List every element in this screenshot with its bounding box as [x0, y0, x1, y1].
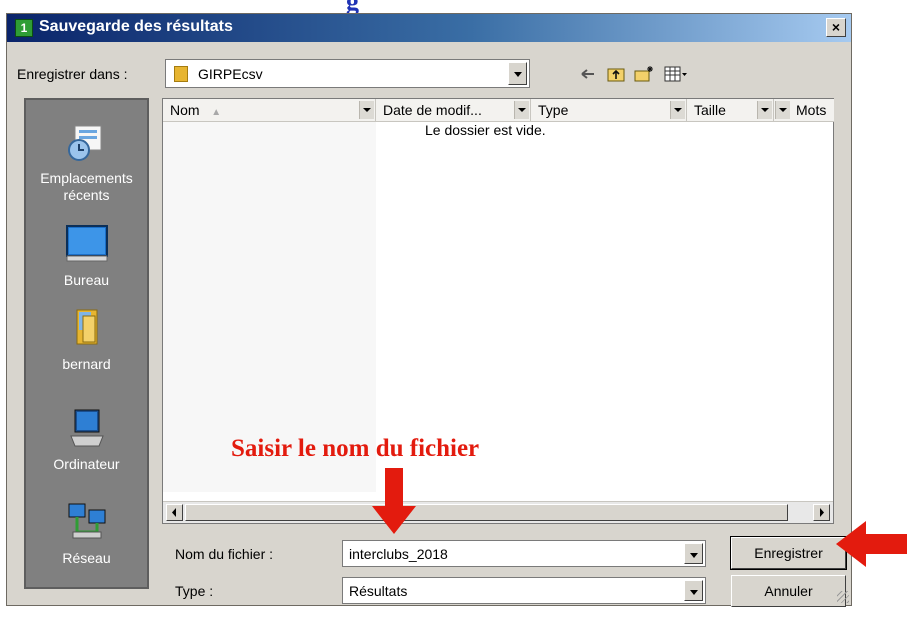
- lookin-label: Enregistrer dans :: [17, 66, 128, 82]
- scroll-left-button[interactable]: [166, 504, 183, 521]
- annotation-arrow-down: [372, 468, 416, 534]
- type-label: Type :: [175, 583, 214, 599]
- column-header-name[interactable]: Nom ▲: [163, 99, 376, 122]
- annotation-arrow-left: [836, 521, 907, 567]
- views-menu-icon[interactable]: [662, 64, 690, 86]
- cancel-button[interactable]: Annuler: [731, 575, 846, 607]
- filename-dropdown-button[interactable]: [684, 543, 703, 564]
- empty-folder-message: Le dossier est vide.: [425, 122, 546, 138]
- horizontal-scrollbar[interactable]: [163, 501, 833, 523]
- resize-grip[interactable]: [837, 591, 849, 603]
- place-label: Réseau: [62, 550, 111, 566]
- place-label: Ordinateur: [53, 456, 120, 472]
- type-select[interactable]: Résultats: [342, 577, 706, 604]
- computer-icon: [65, 406, 109, 450]
- lookin-dropdown-button[interactable]: [508, 62, 527, 85]
- up-folder-icon[interactable]: [605, 64, 627, 86]
- chevron-down-icon[interactable]: [359, 101, 374, 119]
- filename-field[interactable]: interclubs_2018: [342, 540, 706, 567]
- app-icon: 1: [15, 19, 33, 37]
- place-network[interactable]: Réseau: [26, 500, 147, 567]
- save-button[interactable]: Enregistrer: [730, 536, 847, 570]
- annotation-text: Saisir le nom du fichier: [231, 435, 480, 462]
- scroll-right-button[interactable]: [813, 504, 830, 521]
- column-label: Type: [538, 102, 569, 118]
- back-arrow-icon[interactable]: [577, 64, 599, 86]
- chevron-down-icon[interactable]: [757, 101, 772, 119]
- places-bar: Emplacements récents Bureau bernard Ordi…: [24, 98, 149, 589]
- scrollbar-thumb[interactable]: [185, 504, 788, 521]
- type-value: Résultats: [349, 583, 408, 599]
- place-recent[interactable]: Emplacements récents: [26, 120, 147, 204]
- recent-places-icon: [65, 120, 109, 164]
- folder-icon: [174, 66, 188, 82]
- window-title: Sauvegarde des résultats: [39, 18, 233, 35]
- chevron-down-icon[interactable]: [670, 101, 685, 119]
- type-dropdown-button[interactable]: [684, 580, 703, 601]
- close-button[interactable]: ×: [826, 18, 846, 37]
- column-header-date[interactable]: Date de modif...: [376, 99, 531, 122]
- place-label: Bureau: [63, 272, 110, 288]
- place-user[interactable]: bernard: [26, 306, 147, 373]
- column-label: Taille: [694, 102, 726, 118]
- column-label: Nom ▲: [170, 102, 222, 118]
- title-bar[interactable]: 1 Sauvegarde des résultats ×: [7, 14, 851, 42]
- new-folder-icon[interactable]: [633, 64, 655, 86]
- chevron-down-icon[interactable]: [775, 101, 790, 119]
- column-label: Date de modif...: [383, 102, 482, 118]
- network-icon: [65, 500, 109, 544]
- column-header-size[interactable]: Taille: [687, 99, 774, 122]
- save-dialog: 1 Sauvegarde des résultats × Enregistrer…: [6, 13, 852, 607]
- column-label: Mots: [796, 102, 827, 118]
- place-computer[interactable]: Ordinateur: [26, 406, 147, 473]
- chevron-down-icon[interactable]: [514, 101, 529, 119]
- user-folder-icon: [65, 306, 109, 350]
- filename-value: interclubs_2018: [349, 546, 448, 562]
- column-header-type[interactable]: Type: [531, 99, 687, 122]
- desktop-icon: [65, 222, 109, 266]
- place-label: Emplacements récents: [40, 170, 133, 203]
- place-label: bernard: [62, 356, 111, 372]
- lookin-value: GIRPEcsv: [198, 66, 263, 82]
- sort-ascending-icon: ▲: [211, 107, 222, 118]
- column-header-tags[interactable]: Mots: [774, 99, 834, 122]
- place-desktop[interactable]: Bureau: [26, 222, 147, 289]
- lookin-dropdown[interactable]: GIRPEcsv: [165, 59, 530, 88]
- filename-label: Nom du fichier :: [175, 546, 274, 562]
